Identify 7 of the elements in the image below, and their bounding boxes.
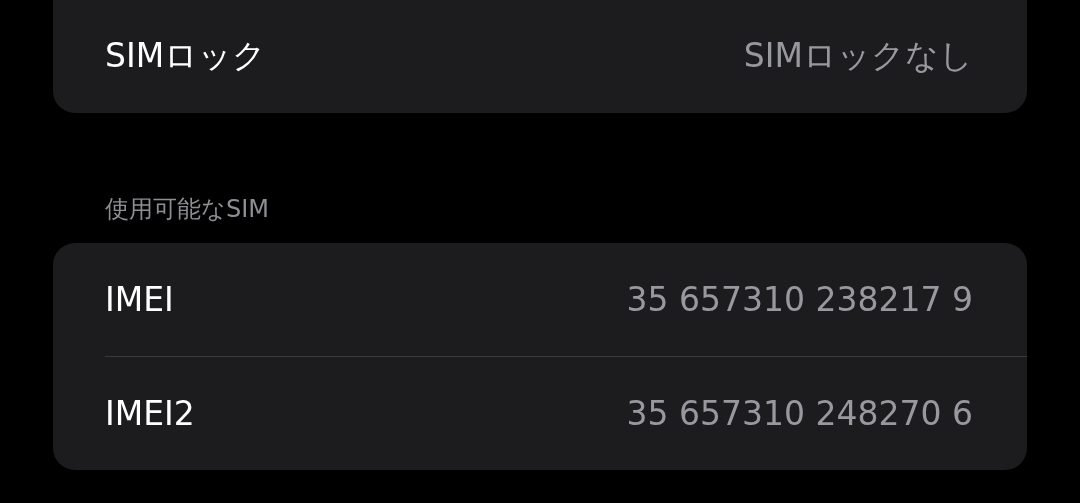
row-value: 35 657310 238217 9 [626, 280, 973, 319]
row-label: SIMロック [105, 35, 267, 77]
row-label: IMEI [105, 280, 174, 319]
section-header: 使用可能なSIM [104, 194, 271, 225]
row-value: 35 657310 248270 6 [626, 394, 973, 433]
row-label: IMEI2 [105, 394, 195, 433]
row-value: SIMロックなし [743, 35, 973, 77]
